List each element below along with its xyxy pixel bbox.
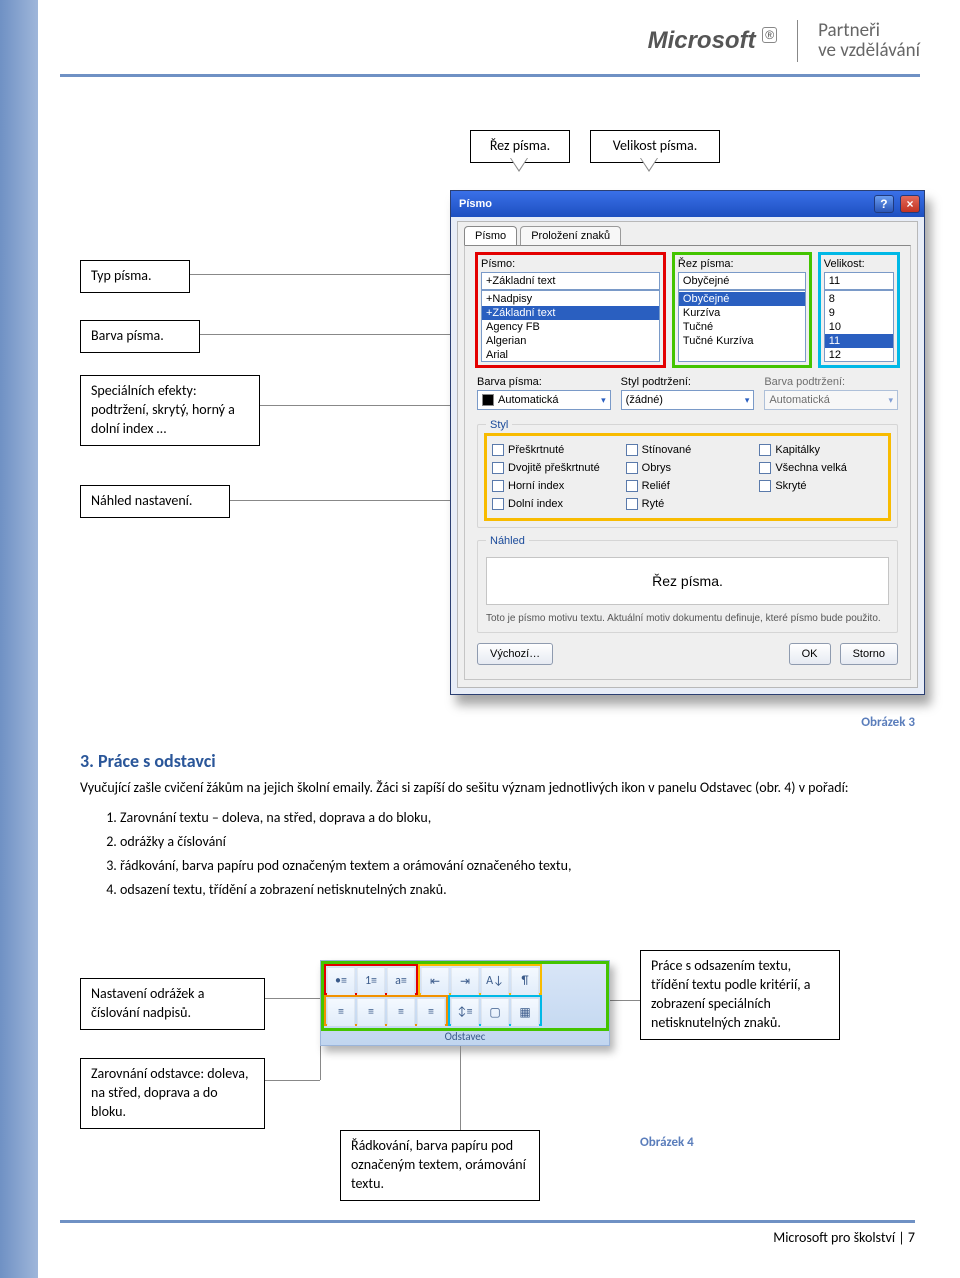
select-font-color[interactable]: Automatická ▾ xyxy=(477,390,611,410)
checkbox-emboss[interactable]: Reliéf xyxy=(626,477,750,495)
callout-alignment: Zarovnání odstavce: doleva, na střed, do… xyxy=(80,1058,265,1129)
borders-icon[interactable]: ▦ xyxy=(511,998,539,1026)
leader-line xyxy=(260,405,460,406)
checkbox-hidden[interactable]: Skryté xyxy=(759,477,883,495)
leader-line xyxy=(265,998,323,999)
label-size: Velikost: xyxy=(824,258,894,270)
paragraph-ribbon-group: •≡ 1≡ a≡ ⇤ ⇥ A↓ ¶ ≡ ≡ ≡ xyxy=(320,960,610,1046)
color-swatch-icon xyxy=(482,394,494,406)
help-icon[interactable]: ? xyxy=(874,195,894,213)
label-underline-style: Styl podtržení: xyxy=(621,376,755,388)
line-spacing-icon[interactable]: ↕≡ xyxy=(451,998,479,1026)
group-effects-label: Styl xyxy=(486,419,512,431)
checkbox-allcaps[interactable]: Všechna velká xyxy=(759,459,883,477)
align-center-icon[interactable]: ≡ xyxy=(357,998,385,1026)
label-underline-color: Barva podtržení: xyxy=(764,376,898,388)
font-dialog: Písmo ? × Písmo Proložení znaků Písmo: +… xyxy=(450,190,925,695)
callout-indent-sort-show: Práce s odsazením textu, třídění textu p… xyxy=(640,950,840,1040)
callout-bullets: Nastavení odrážek a číslování nadpisů. xyxy=(80,978,265,1030)
left-blue-margin xyxy=(0,0,38,1278)
callout-font-type: Typ písma. xyxy=(80,260,190,293)
chevron-down-icon: ▾ xyxy=(745,395,750,406)
increase-indent-icon[interactable]: ⇥ xyxy=(451,967,479,995)
section-3: 3. Práce s odstavci Vyučující zašle cvič… xyxy=(80,750,915,901)
font-input[interactable] xyxy=(481,272,660,290)
microsoft-logo: Microsoft ® xyxy=(648,27,778,55)
footer-text: Microsoft pro školství xyxy=(773,1229,895,1246)
callout-font-color: Barva písma. xyxy=(80,320,200,353)
dialog-title: Písmo xyxy=(459,198,492,210)
section-heading: 3. Práce s odstavci xyxy=(80,750,915,772)
shading-icon[interactable]: ▢ xyxy=(481,998,509,1026)
figure-4-area: Nastavení odrážek a číslování nadpisů. Z… xyxy=(80,960,915,1220)
tagline: Partneři ve vzdělávání xyxy=(818,21,920,61)
decrease-indent-icon[interactable]: ⇤ xyxy=(421,967,449,995)
leader-line xyxy=(190,274,450,275)
page-number: 7 xyxy=(908,1229,915,1246)
logo-divider xyxy=(797,20,798,62)
style-input[interactable] xyxy=(678,272,806,290)
content-area: Řez písma. Velikost písma. Typ písma. Ba… xyxy=(80,130,915,1218)
tab-spacing[interactable]: Proložení znaků xyxy=(520,226,621,245)
ribbon-group-title: Odstavec xyxy=(321,1030,609,1045)
cancel-button[interactable]: Storno xyxy=(840,643,898,665)
figure-3-caption: Obrázek 3 xyxy=(861,715,915,730)
callout-preview: Náhled nastavení. xyxy=(80,485,230,518)
section-ordered-list: Zarovnání textu – doleva, na střed, dopr… xyxy=(120,806,915,901)
preview-note: Toto je písmo motivu textu. Aktuální mot… xyxy=(486,613,889,624)
multilevel-icon[interactable]: a≡ xyxy=(387,967,415,995)
label-font-color: Barva písma: xyxy=(477,376,611,388)
font-preview: Řez písma. xyxy=(486,557,889,605)
section-paragraph: Vyučující zašle cvičení žákům na jejich … xyxy=(80,778,915,798)
size-input[interactable] xyxy=(824,272,894,290)
leader-line xyxy=(265,1080,320,1081)
list-item: řádkování, barva papíru pod označeným te… xyxy=(120,854,915,878)
checkbox-double-strike[interactable]: Dvojitě přeškrtnuté xyxy=(492,459,616,477)
page-footer: Microsoft pro školství | 7 xyxy=(60,1220,915,1246)
numbering-icon[interactable]: 1≡ xyxy=(357,967,385,995)
checkbox-shadow[interactable]: Stínované xyxy=(626,441,750,459)
group-preview-label: Náhled xyxy=(486,535,529,547)
default-button[interactable]: Výchozí… xyxy=(477,643,553,665)
page-header: Microsoft ® Partneři ve vzdělávání xyxy=(60,20,920,77)
checkbox-subscript[interactable]: Dolní index xyxy=(492,495,616,513)
bullets-icon[interactable]: •≡ xyxy=(327,967,355,995)
align-right-icon[interactable]: ≡ xyxy=(387,998,415,1026)
dialog-titlebar: Písmo ? × xyxy=(451,191,924,217)
label-font: Písmo: xyxy=(481,258,660,270)
leader-line xyxy=(230,500,462,501)
align-left-icon[interactable]: ≡ xyxy=(327,998,355,1026)
list-item: odsazení textu, třídění a zobrazení neti… xyxy=(120,878,915,902)
leader-line xyxy=(460,1046,461,1130)
font-listbox[interactable]: +Nadpisy +Základní text Agency FB Algeri… xyxy=(481,290,660,362)
checkbox-strikethrough[interactable]: Přeškrtnuté xyxy=(492,441,616,459)
checkbox-smallcaps[interactable]: Kapitálky xyxy=(759,441,883,459)
dialog-body: Písmo Proložení znaků Písmo: +Nadpisy +Z… xyxy=(457,221,918,688)
select-underline-style[interactable]: (žádné) ▾ xyxy=(621,390,755,410)
size-listbox[interactable]: 8 9 10 11 12 xyxy=(824,290,894,362)
footer-divider: | xyxy=(898,1229,908,1246)
leader-line xyxy=(200,334,456,335)
close-icon[interactable]: × xyxy=(900,195,920,213)
checkbox-engrave[interactable]: Ryté xyxy=(626,495,750,513)
list-item: odrážky a číslování xyxy=(120,830,915,854)
sort-icon[interactable]: A↓ xyxy=(481,967,509,995)
list-item: Zarovnání textu – doleva, na střed, dopr… xyxy=(120,806,915,830)
checkbox-outline[interactable]: Obrys xyxy=(626,459,750,477)
label-style: Řez písma: xyxy=(678,258,806,270)
callout-pointer xyxy=(640,158,658,172)
style-listbox[interactable]: Obyčejné Kurzíva Tučné Tučné Kurzíva xyxy=(678,290,806,362)
callout-pointer xyxy=(510,158,528,172)
callout-special-effects: Speciálních efekty: podtržení, skrytý, h… xyxy=(80,375,260,446)
chevron-down-icon: ▾ xyxy=(601,395,606,406)
select-underline-color: Automatická ▾ xyxy=(764,390,898,410)
tab-font[interactable]: Písmo xyxy=(464,226,517,245)
ok-button[interactable]: OK xyxy=(789,643,831,665)
chevron-down-icon: ▾ xyxy=(888,395,893,406)
show-marks-icon[interactable]: ¶ xyxy=(511,967,539,995)
callout-line-spacing: Řádkování, barva papíru pod označeným te… xyxy=(340,1130,540,1201)
figure-4-caption: Obrázek 4 xyxy=(640,1135,694,1150)
justify-icon[interactable]: ≡ xyxy=(417,998,445,1026)
checkbox-superscript[interactable]: Horní index xyxy=(492,477,616,495)
